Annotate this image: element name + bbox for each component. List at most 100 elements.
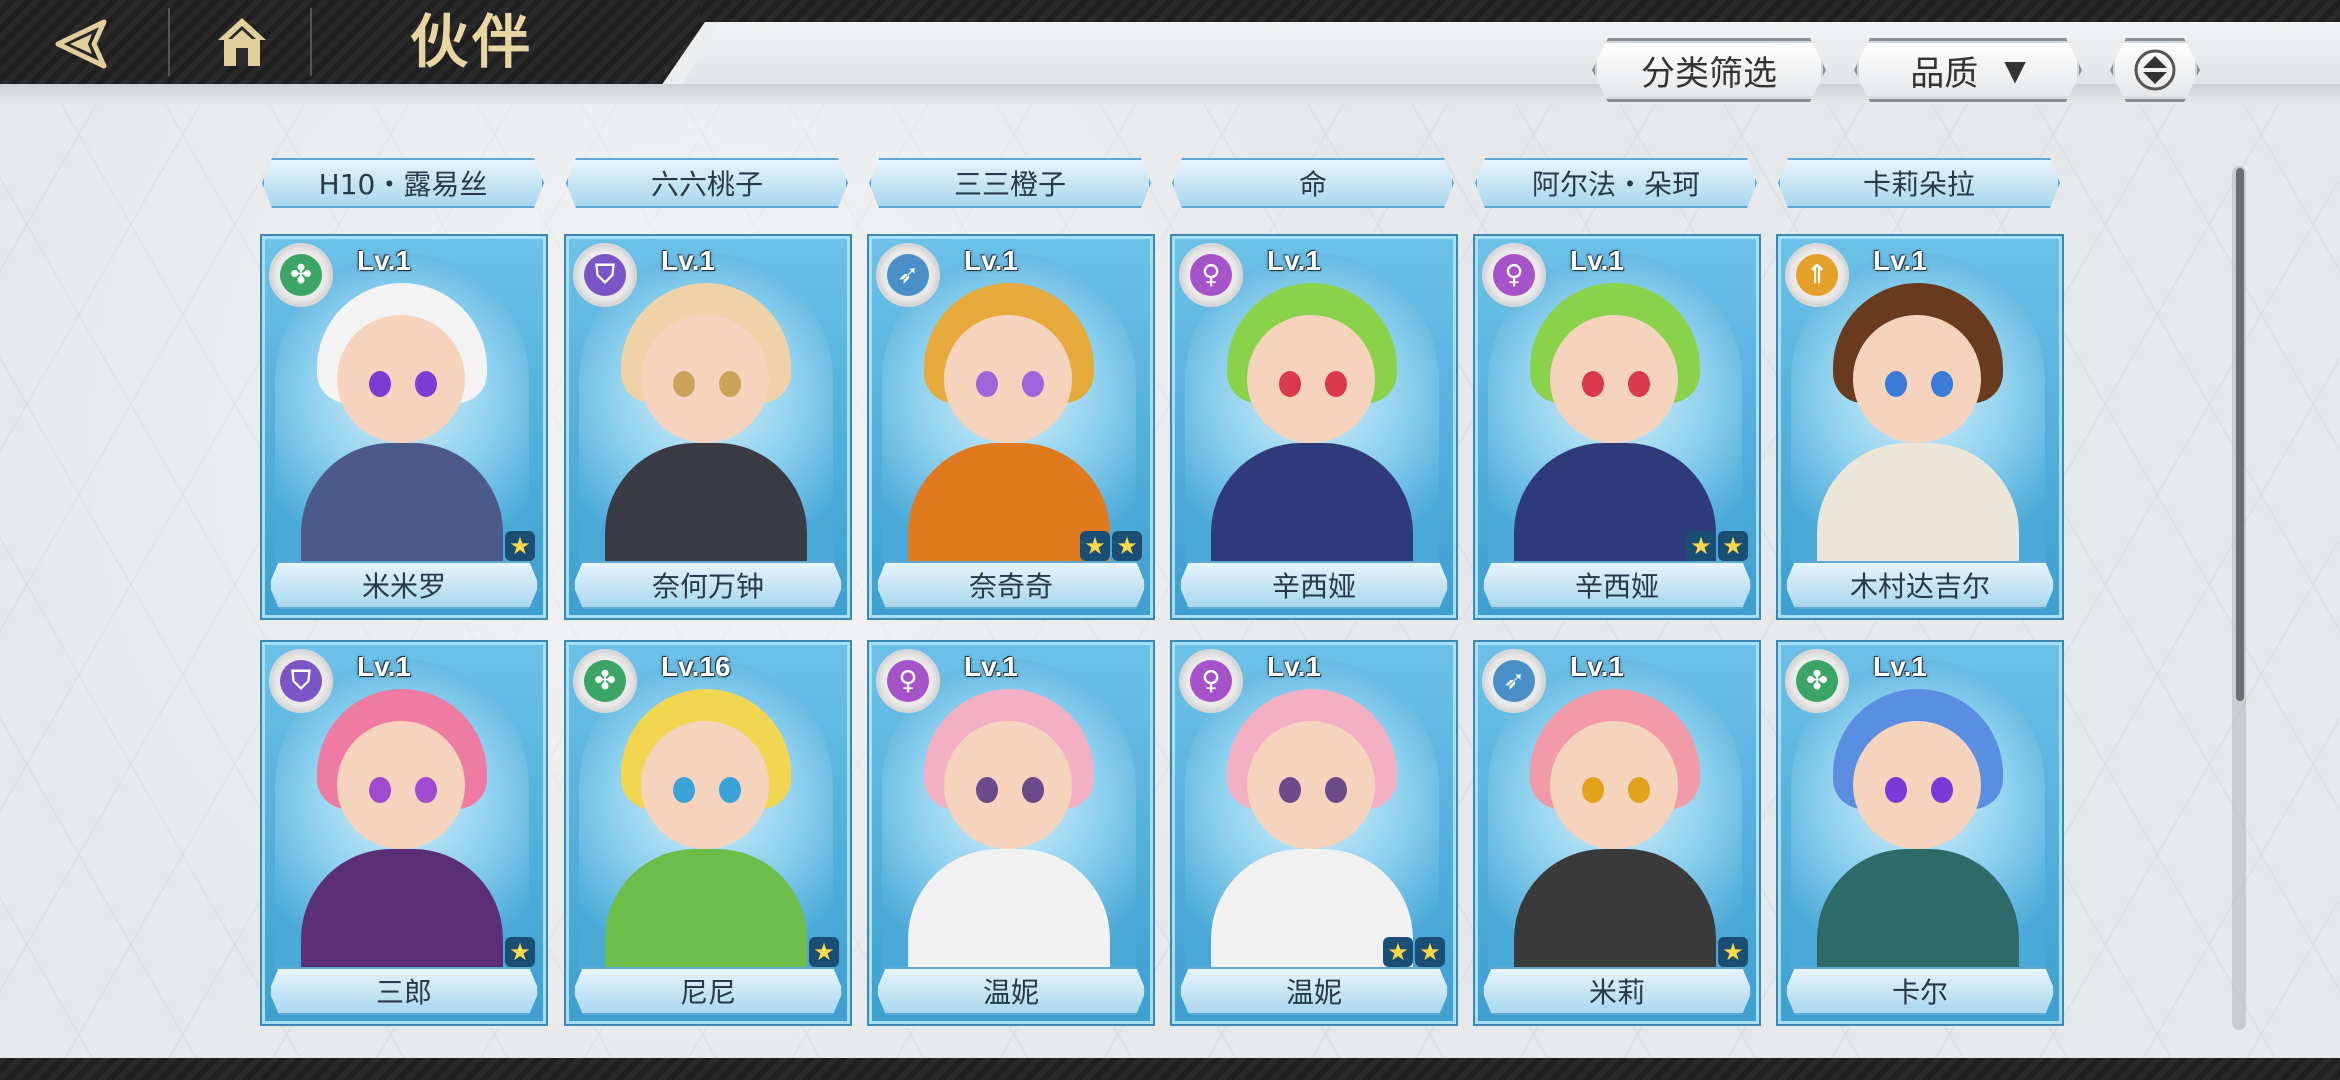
partner-card[interactable]: ✤ Lv.1 卡尔 (1778, 642, 2062, 1024)
character-eye (1885, 777, 1907, 803)
character-face (641, 721, 769, 849)
role-icon-glyph: ♀ (1493, 254, 1535, 296)
star-rating: ★ (505, 937, 535, 969)
partner-tab[interactable]: 命 (1172, 158, 1454, 208)
character-eye (673, 777, 695, 803)
role-shield-icon: ⛉ (269, 649, 333, 713)
character-eye (369, 777, 391, 803)
star-icon: ★ (505, 937, 535, 967)
bottom-bar (0, 1058, 2340, 1080)
partner-card[interactable]: ➶ Lv.1 ★ 米莉 (1475, 642, 1759, 1024)
role-icon-glyph: ⇑ (1796, 254, 1838, 296)
home-button[interactable] (210, 12, 274, 72)
star-icon: ★ (1718, 531, 1748, 561)
role-magic-icon: ♀ (1482, 243, 1546, 307)
partner-name: 温妮 (1179, 967, 1449, 1015)
level-label: Lv.1 (1570, 651, 1624, 682)
partner-card[interactable]: ✤ Lv.1 ★ 米米罗 (262, 236, 546, 618)
character-eye (1931, 777, 1953, 803)
back-button[interactable] (52, 16, 116, 72)
category-filter-label: 分类筛选 (1641, 53, 1777, 94)
partner-tab[interactable]: 三三橙子 (869, 158, 1151, 208)
character-face (1550, 315, 1678, 443)
star-rating: ★ ★ (1383, 937, 1445, 969)
star-icon: ★ (809, 937, 839, 967)
star-rating: ★ (809, 937, 839, 969)
character-eye (1325, 371, 1347, 397)
partner-name: 米莉 (1482, 967, 1752, 1015)
level-label: Lv.1 (1570, 245, 1624, 276)
star-icon: ★ (1080, 531, 1110, 561)
character-eye (719, 777, 741, 803)
star-rating: ★ ★ (1686, 531, 1748, 563)
partner-tab[interactable]: 六六桃子 (566, 158, 848, 208)
character-eye (1628, 777, 1650, 803)
role-icon-glyph: ⛉ (584, 254, 626, 296)
header-divider (310, 8, 312, 76)
partner-name: 奈何万钟 (573, 561, 843, 609)
character-face (337, 721, 465, 849)
character-eye (415, 777, 437, 803)
partner-card[interactable]: ⛉ Lv.1 奈何万钟 (566, 236, 850, 618)
partner-card[interactable]: ♀ Lv.1 辛西娅 (1172, 236, 1456, 618)
partner-name: 辛西娅 (1179, 561, 1449, 609)
character-eye (369, 371, 391, 397)
character-eye (719, 371, 741, 397)
character-face (641, 315, 769, 443)
partner-card[interactable]: ⇑ Lv.1 木村达吉尔 (1778, 236, 2062, 618)
role-icon-glyph: ✤ (1796, 660, 1838, 702)
partner-name: 三郎 (269, 967, 539, 1015)
home-icon (218, 18, 266, 66)
partner-name: 奈奇奇 (876, 561, 1146, 609)
character-eye (1582, 371, 1604, 397)
level-label: Lv.1 (1267, 651, 1321, 682)
header-divider (168, 8, 170, 76)
partner-card[interactable]: ♀ Lv.1 温妮 (869, 642, 1153, 1024)
role-icon-glyph: ♀ (887, 660, 929, 702)
star-rating: ★ (505, 531, 535, 563)
role-icon-glyph: ➶ (1493, 660, 1535, 702)
role-heal-icon: ✤ (573, 649, 637, 713)
character-face (944, 315, 1072, 443)
back-arrow-icon (55, 19, 107, 69)
level-label: Lv.1 (1873, 651, 1927, 682)
character-eye (1582, 777, 1604, 803)
role-magic-icon: ♀ (1179, 649, 1243, 713)
partner-name: 辛西娅 (1482, 561, 1752, 609)
character-eye (976, 777, 998, 803)
sort-order-button[interactable] (2110, 38, 2200, 102)
star-icon: ★ (1415, 937, 1445, 967)
role-icon-glyph: ♀ (1190, 254, 1232, 296)
partner-name: 木村达吉尔 (1785, 561, 2055, 609)
character-face (1550, 721, 1678, 849)
partner-card[interactable]: ➶ Lv.1 ★ ★ 奈奇奇 (869, 236, 1153, 618)
star-rating: ★ ★ (1080, 531, 1142, 563)
category-filter-button[interactable]: 分类筛选 (1592, 38, 1826, 102)
star-icon: ★ (1718, 937, 1748, 967)
role-heal-icon: ✤ (1785, 649, 1849, 713)
partner-tab[interactable]: 卡莉朵拉 (1778, 158, 2060, 208)
role-bow-icon: ➶ (1482, 649, 1546, 713)
character-face (1853, 721, 1981, 849)
partner-card[interactable]: ♀ Lv.1 ★ ★ 温妮 (1172, 642, 1456, 1024)
role-icon-glyph: ➶ (887, 254, 929, 296)
role-icon-glyph: ♀ (1190, 660, 1232, 702)
partner-tab[interactable]: H10・露易丝 (262, 158, 544, 208)
partner-card[interactable]: ♀ Lv.1 ★ ★ 辛西娅 (1475, 236, 1759, 618)
level-label: Lv.1 (357, 245, 411, 276)
character-face (1853, 315, 1981, 443)
character-face (1247, 315, 1375, 443)
role-icon-glyph: ✤ (584, 660, 626, 702)
partner-card[interactable]: ⛉ Lv.1 ★ 三郎 (262, 642, 546, 1024)
character-eye (673, 371, 695, 397)
character-eye (1022, 371, 1044, 397)
partner-name: 米米罗 (269, 561, 539, 609)
star-icon: ★ (1112, 531, 1142, 561)
scrollbar-thumb[interactable] (2236, 168, 2244, 701)
star-icon: ★ (1383, 937, 1413, 967)
character-eye (1628, 371, 1650, 397)
quality-sort-dropdown[interactable]: 品质 ▼ (1854, 38, 2082, 102)
character-eye (1325, 777, 1347, 803)
partner-card[interactable]: ✤ Lv.16 ★ 尼尼 (566, 642, 850, 1024)
partner-tab[interactable]: 阿尔法・朵珂 (1475, 158, 1757, 208)
